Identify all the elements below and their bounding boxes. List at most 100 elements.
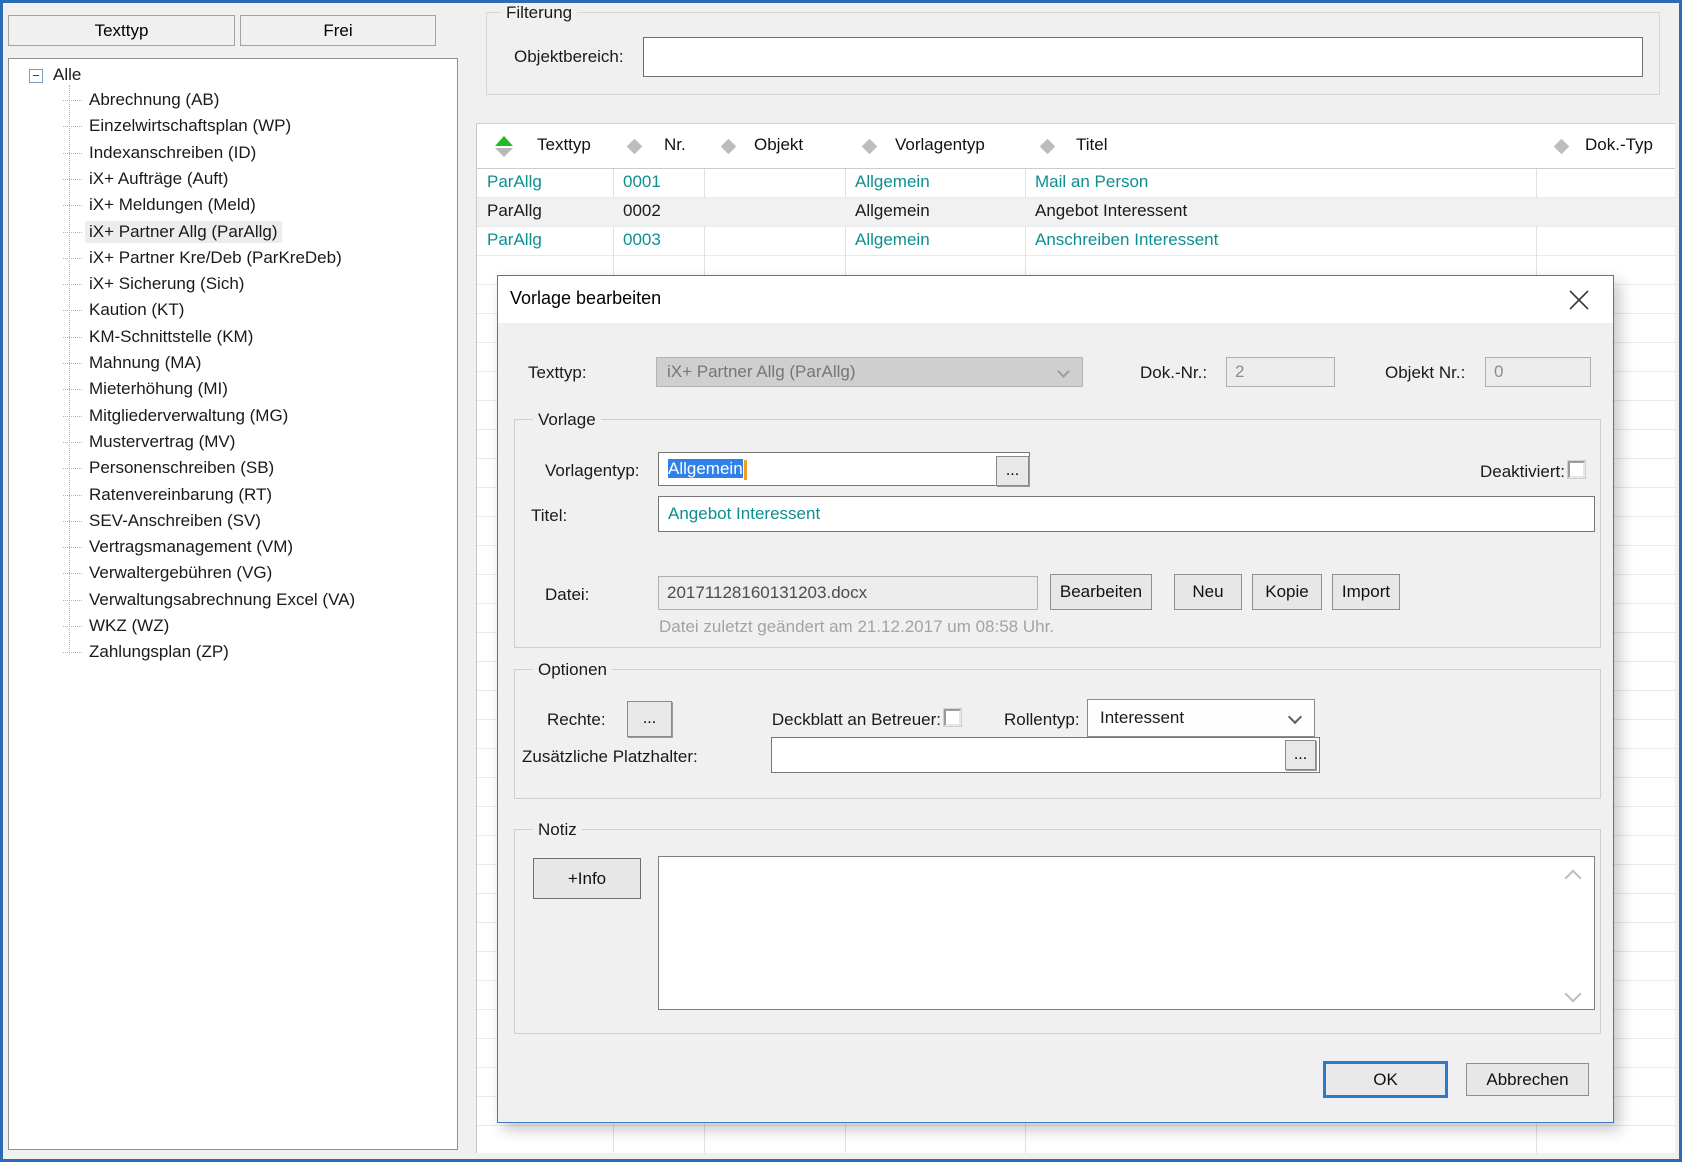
- notiz-group-label: Notiz: [533, 820, 582, 840]
- column-header-nr[interactable]: Nr.: [613, 124, 704, 169]
- tree-root-node[interactable]: − Alle: [9, 63, 457, 89]
- tree-item-label: Personenschreiben (SB): [85, 457, 278, 479]
- table-row[interactable]: ParAllg0001AllgemeinMail an Person: [477, 169, 1675, 197]
- tree-item[interactable]: WKZ (WZ): [9, 614, 457, 638]
- ok-button[interactable]: OK: [1323, 1061, 1448, 1098]
- tree-connector: [63, 205, 82, 206]
- rollentyp-dropdown[interactable]: Interessent: [1087, 699, 1315, 737]
- objektbereich-input[interactable]: [643, 37, 1643, 77]
- titel-input[interactable]: [658, 496, 1595, 532]
- tree-item-label: Verwaltergebühren (VG): [85, 562, 276, 584]
- table-cell: ParAllg: [487, 230, 542, 250]
- tree-connector: [63, 573, 82, 574]
- tree-item[interactable]: Verwaltergebühren (VG): [9, 561, 457, 585]
- tree-item-label: Vertragsmanagement (VM): [85, 536, 297, 558]
- tree-item[interactable]: iX+ Partner Kre/Deb (ParKreDeb): [9, 246, 457, 270]
- tree-item[interactable]: Mustervertrag (MV): [9, 430, 457, 454]
- import-button[interactable]: Import: [1332, 574, 1400, 610]
- column-header-titel[interactable]: Titel: [1025, 124, 1536, 169]
- frei-tab-button[interactable]: Frei: [240, 15, 436, 46]
- rechte-browse-button[interactable]: ...: [627, 701, 672, 737]
- tree-connector: [63, 416, 82, 417]
- tree-item-label: Einzelwirtschaftsplan (WP): [85, 115, 295, 137]
- tree-item[interactable]: Mieterhöhung (MI): [9, 377, 457, 401]
- optionen-group: Optionen Rechte: ... Deckblatt an Betreu…: [514, 669, 1601, 799]
- tree-item[interactable]: iX+ Aufträge (Auft): [9, 167, 457, 191]
- texttyp-tree[interactable]: − Alle Abrechnung (AB) Einzelwirtschaftsp…: [8, 58, 458, 1150]
- column-header-vorlagentyp[interactable]: Vorlagentyp: [845, 124, 1025, 169]
- abbrechen-button[interactable]: Abbrechen: [1466, 1063, 1589, 1096]
- tree-item[interactable]: Abrechnung (AB): [9, 88, 457, 112]
- vorlagentyp-label: Vorlagentyp:: [545, 461, 640, 481]
- tree-item[interactable]: Mitgliederverwaltung (MG): [9, 404, 457, 428]
- close-icon[interactable]: [1564, 285, 1594, 315]
- tree-item-label: iX+ Meldungen (Meld): [85, 194, 260, 216]
- texttyp-label: Texttyp:: [528, 363, 587, 383]
- vorlage-group-label: Vorlage: [533, 410, 601, 430]
- column-header-texttyp[interactable]: Texttyp: [477, 124, 613, 169]
- platzhalter-input[interactable]: [771, 737, 1320, 773]
- tree-item[interactable]: Personenschreiben (SB): [9, 456, 457, 480]
- tree-collapse-icon[interactable]: −: [29, 69, 43, 83]
- tree-item[interactable]: iX+ Partner Allg (ParAllg): [9, 220, 457, 244]
- table-header: Texttyp Nr. Objekt Vorlagentyp Titel Dok…: [477, 124, 1675, 169]
- tree-item[interactable]: Mahnung (MA): [9, 351, 457, 375]
- table-row[interactable]: ParAllg0003AllgemeinAnschreiben Interess…: [477, 227, 1675, 255]
- vorlage-group: Vorlage Vorlagentyp: Allgemein ... Deakt…: [514, 419, 1601, 648]
- platzhalter-browse-button[interactable]: ...: [1285, 740, 1316, 770]
- dok-nr-label: Dok.-Nr.:: [1140, 363, 1207, 383]
- tree-connector: [63, 600, 82, 601]
- objekt-nr-field: 0: [1485, 357, 1591, 387]
- tree-item[interactable]: Zahlungsplan (ZP): [9, 640, 457, 664]
- column-diamond-icon: [1040, 139, 1056, 155]
- tree-item[interactable]: Vertragsmanagement (VM): [9, 535, 457, 559]
- tree-item[interactable]: iX+ Meldungen (Meld): [9, 193, 457, 217]
- tree-item-label: Mieterhöhung (MI): [85, 378, 232, 400]
- deaktiviert-checkbox[interactable]: [1568, 461, 1585, 478]
- tree-item[interactable]: iX+ Sicherung (Sich): [9, 272, 457, 296]
- kopie-button[interactable]: Kopie: [1252, 574, 1322, 610]
- table-cell: Allgemein: [855, 230, 930, 250]
- column-header-objekt[interactable]: Objekt: [704, 124, 845, 169]
- table-cell: Allgemein: [855, 172, 930, 192]
- vorlagentyp-input[interactable]: Allgemein: [658, 452, 1030, 486]
- rollentyp-label: Rollentyp:: [1004, 710, 1080, 730]
- tree-item-label: iX+ Partner Kre/Deb (ParKreDeb): [85, 247, 346, 269]
- column-diamond-icon: [862, 139, 878, 155]
- tree-root-label: Alle: [53, 65, 81, 85]
- vorlagentyp-browse-button[interactable]: ...: [996, 456, 1029, 486]
- bearbeiten-button[interactable]: Bearbeiten: [1050, 574, 1152, 610]
- text-caret: [744, 460, 747, 480]
- texttyp-tab-button[interactable]: Texttyp: [8, 15, 235, 46]
- texttyp-value: iX+ Partner Allg (ParAllg): [667, 362, 856, 381]
- column-header-dok-typ[interactable]: Dok.-Typ: [1536, 124, 1676, 169]
- tree-connector: [63, 310, 82, 311]
- table-cell: ParAllg: [487, 172, 542, 192]
- tree-item[interactable]: SEV-Anschreiben (SV): [9, 509, 457, 533]
- tree-item[interactable]: Verwaltungsabrechnung Excel (VA): [9, 588, 457, 612]
- table-cell: Anschreiben Interessent: [1035, 230, 1218, 250]
- deckblatt-checkbox[interactable]: [944, 709, 961, 726]
- neu-button[interactable]: Neu: [1174, 574, 1242, 610]
- platzhalter-label: Zusätzliche Platzhalter:: [522, 747, 698, 767]
- tree-item[interactable]: Kaution (KT): [9, 298, 457, 322]
- info-button[interactable]: +Info: [533, 858, 641, 899]
- table-cell: Mail an Person: [1035, 172, 1148, 192]
- tree-connector: [63, 232, 82, 233]
- tree-item-label: WKZ (WZ): [85, 615, 173, 637]
- tree-item[interactable]: Ratenvereinbarung (RT): [9, 483, 457, 507]
- tree-item-label: Zahlungsplan (ZP): [85, 641, 233, 663]
- tree-connector: [63, 547, 82, 548]
- tree-item[interactable]: Indexanschreiben (ID): [9, 141, 457, 165]
- tree-item-label: Mitgliederverwaltung (MG): [85, 405, 292, 427]
- tree-item-label: Mahnung (MA): [85, 352, 205, 374]
- table-row[interactable]: ParAllg0002AllgemeinAngebot Interessent: [477, 198, 1675, 226]
- dialog-titlebar[interactable]: Vorlage bearbeiten: [498, 276, 1613, 323]
- tree-item[interactable]: Einzelwirtschaftsplan (WP): [9, 114, 457, 138]
- dialog-title: Vorlage bearbeiten: [510, 288, 661, 309]
- table-cell: Angebot Interessent: [1035, 201, 1187, 221]
- notiz-group: Notiz +Info: [514, 829, 1601, 1034]
- tree-item[interactable]: KM-Schnittstelle (KM): [9, 325, 457, 349]
- notiz-textarea[interactable]: [658, 856, 1595, 1010]
- vorlagentyp-value: Allgemein: [668, 459, 743, 478]
